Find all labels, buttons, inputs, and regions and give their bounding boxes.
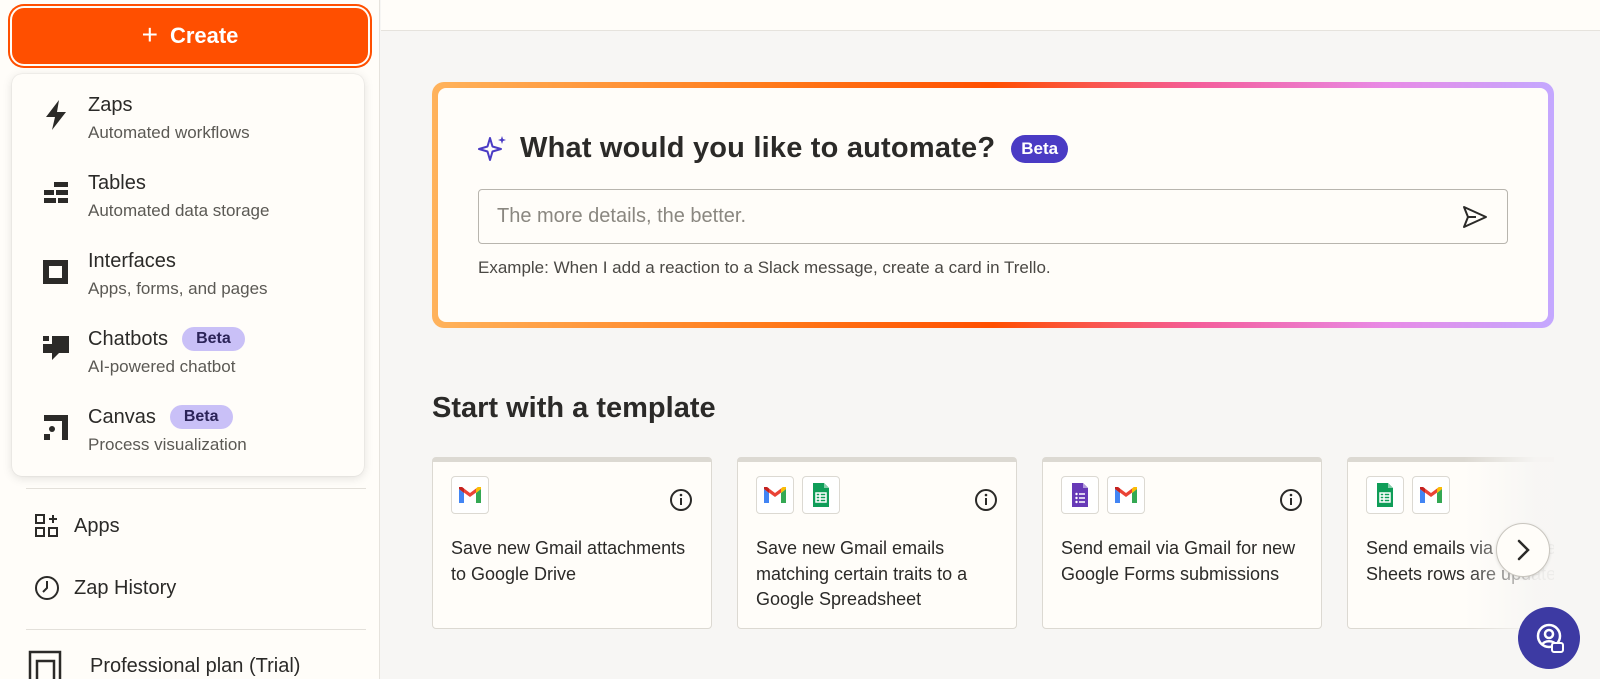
carousel-next-button[interactable] — [1496, 523, 1550, 577]
chatbot-icon — [43, 336, 69, 360]
menu-item-subtitle: Automated workflows — [88, 123, 250, 142]
info-icon[interactable] — [974, 488, 998, 512]
ai-prompt-card: What would you like to automate? Beta Ex… — [432, 82, 1554, 328]
sidebar: + Create Zaps Automated workflows Tables… — [0, 0, 380, 679]
template-card-text: Save new Gmail attachments to Google Dri… — [451, 538, 686, 584]
beta-badge: Beta — [169, 405, 233, 429]
template-carousel: Save new Gmail attachments to Google Dri… — [432, 457, 1554, 629]
menu-item-tables[interactable]: Tables Automated data storage — [12, 166, 364, 244]
sidebar-item-label: Zap History — [74, 576, 177, 599]
gmail-icon — [451, 476, 489, 514]
menu-item-title: Tables — [88, 172, 146, 194]
gmail-icon — [1107, 476, 1145, 514]
ai-prompt-title: What would you like to automate? — [520, 132, 996, 164]
template-card-text: Send email via Gmail for new Google Form… — [1061, 538, 1296, 584]
tables-icon — [44, 182, 68, 203]
create-button-label: Create — [169, 23, 239, 48]
menu-item-subtitle: Process visualization — [88, 435, 247, 454]
sidebar-item-zap-history[interactable]: Zap History — [34, 575, 176, 601]
beta-badge: Beta — [182, 327, 245, 351]
templates-section-title: Start with a template — [432, 392, 716, 424]
gmail-icon — [1412, 476, 1450, 514]
menu-item-subtitle: Apps, forms, and pages — [88, 279, 268, 298]
info-icon[interactable] — [1279, 488, 1303, 512]
help-chat-button[interactable] — [1518, 607, 1580, 669]
google-sheets-icon — [1366, 476, 1404, 514]
top-bar — [381, 0, 1600, 30]
menu-item-title: Canvas — [88, 406, 156, 428]
template-card[interactable]: Save new Gmail attachments to Google Dri… — [432, 457, 712, 629]
menu-item-canvas[interactable]: Canvas Beta Process visualization — [12, 400, 364, 478]
sidebar-item-apps[interactable]: Apps — [34, 513, 120, 539]
sidebar-divider — [26, 629, 366, 630]
menu-item-title: Interfaces — [88, 250, 176, 272]
gmail-icon — [756, 476, 794, 514]
chevron-right-icon — [1517, 539, 1530, 561]
plan-icon — [28, 650, 62, 679]
interfaces-icon — [43, 260, 68, 284]
sparkle-icon — [478, 135, 506, 161]
google-forms-icon — [1061, 476, 1099, 514]
sidebar-item-label: Apps — [74, 514, 120, 537]
plan-status[interactable]: Professional plan (Trial) — [28, 650, 300, 679]
support-chat-icon — [1536, 623, 1564, 653]
ai-prompt-input[interactable] — [497, 205, 1461, 228]
template-card-text: Save new Gmail emails matching certain t… — [756, 538, 968, 609]
template-card[interactable]: Send email via Gmail for new Google Form… — [1042, 457, 1322, 629]
template-card[interactable]: Save new Gmail emails matching certain t… — [737, 457, 1017, 629]
info-icon[interactable] — [669, 488, 693, 512]
menu-item-zaps[interactable]: Zaps Automated workflows — [12, 88, 364, 166]
send-icon[interactable] — [1461, 203, 1489, 231]
menu-item-subtitle: Automated data storage — [88, 201, 270, 220]
sidebar-divider — [26, 488, 366, 489]
plus-icon: + — [141, 19, 158, 50]
menu-item-subtitle: AI-powered chatbot — [88, 357, 236, 376]
ai-prompt-example: Example: When I add a reaction to a Slac… — [478, 258, 1051, 277]
menu-item-interfaces[interactable]: Interfaces Apps, forms, and pages — [12, 244, 364, 322]
apps-grid-icon — [35, 514, 58, 537]
menu-item-title: Chatbots — [88, 328, 169, 350]
canvas-icon — [44, 415, 68, 440]
beta-badge: Beta — [1011, 134, 1069, 163]
menu-item-title: Zaps — [88, 94, 133, 116]
create-dropdown-menu: Zaps Automated workflows Tables Automate… — [12, 74, 364, 476]
menu-item-chatbots[interactable]: Chatbots Beta AI-powered chatbot — [12, 322, 364, 400]
zap-icon — [46, 100, 66, 130]
google-sheets-icon — [802, 476, 840, 514]
create-button[interactable]: + Create — [12, 8, 368, 64]
top-bar-divider — [381, 30, 1600, 31]
clock-icon — [35, 576, 59, 600]
plan-label: Professional plan (Trial) — [90, 654, 301, 677]
ai-prompt-input-box — [478, 189, 1508, 244]
